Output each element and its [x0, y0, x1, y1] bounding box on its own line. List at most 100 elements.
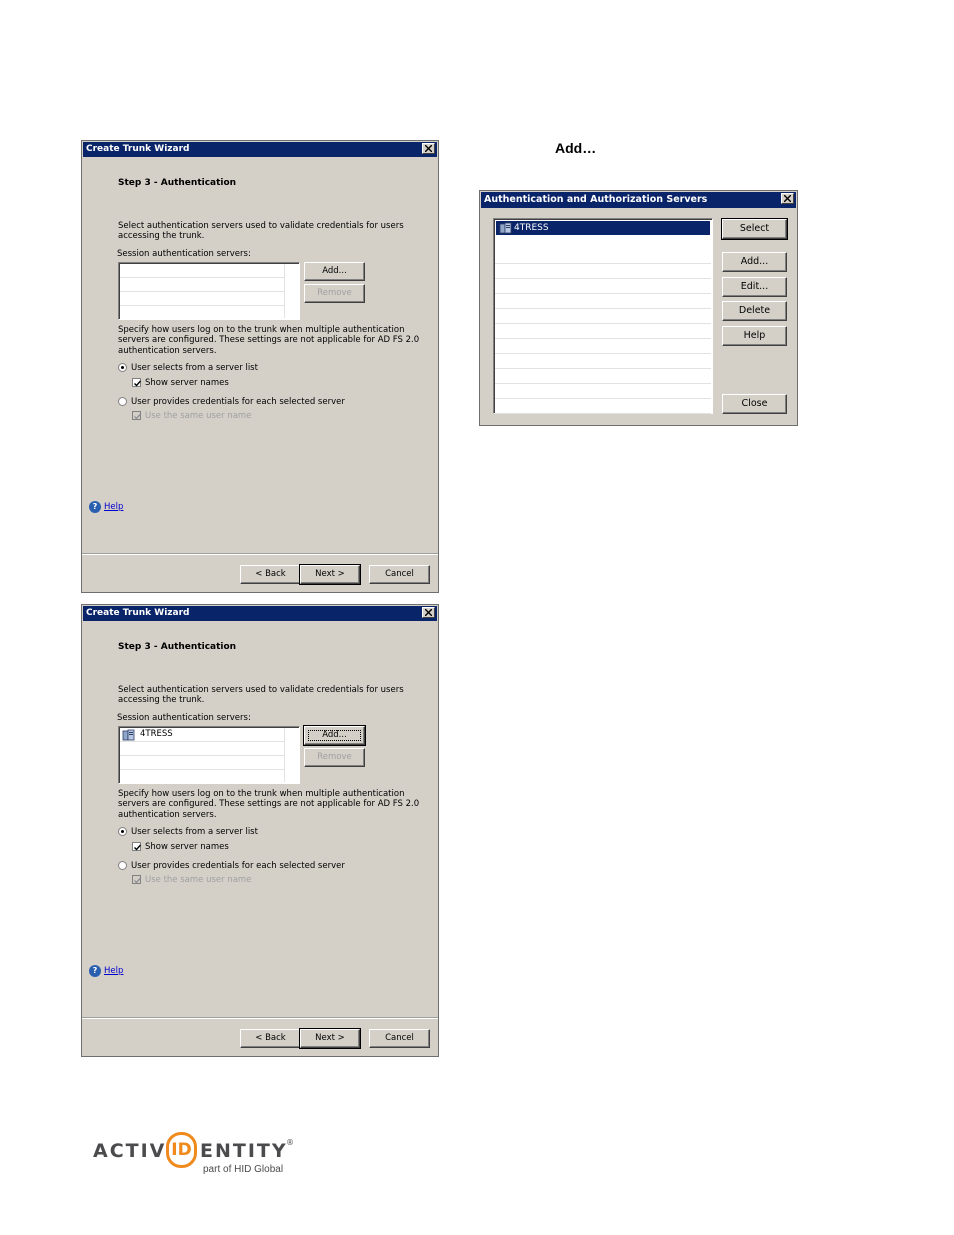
close-button[interactable]	[781, 193, 794, 204]
logo-registered-mark: ®	[286, 1138, 294, 1147]
remove-server-button[interactable]: Remove	[304, 284, 365, 303]
step-heading: Step 3 - Authentication	[118, 642, 237, 652]
radio-each-server-label[interactable]: User provides credentials for each selec…	[131, 861, 345, 872]
list-item[interactable]	[495, 280, 711, 294]
checkbox-same-user-name-label: Use the same user name	[145, 875, 252, 885]
footer-separator	[82, 1017, 438, 1019]
list-item[interactable]	[495, 295, 711, 309]
checkmark-icon	[134, 844, 142, 851]
checkbox-show-server-names[interactable]	[132, 842, 142, 851]
checkmark-icon	[134, 877, 142, 884]
wizard-titlebar: Create Trunk Wizard	[83, 142, 437, 157]
step-heading: Step 3 - Authentication	[118, 178, 237, 188]
intro-text-line1: Select authentication servers used to va…	[118, 685, 404, 695]
add-server-button[interactable]: Add...	[303, 725, 366, 746]
logo-text-activ: ACTIV	[93, 1140, 167, 1162]
add-server-button[interactable]: Add...	[304, 262, 365, 281]
list-item[interactable]	[495, 325, 711, 339]
list-item[interactable]	[495, 265, 711, 279]
list-scroll-column	[284, 264, 299, 318]
wizard-window-2: Create Trunk Wizard Step 3 - Authenticat…	[81, 604, 439, 1057]
radio-server-list[interactable]	[118, 363, 127, 372]
intro-text-line2: accessing the trunk.	[118, 231, 205, 241]
logo-tagline: part of HID Global	[203, 1164, 284, 1175]
instruction-add: Add…	[555, 140, 597, 156]
list-item[interactable]	[495, 400, 711, 414]
checkbox-same-user-name[interactable]	[132, 411, 142, 420]
list-item[interactable]	[495, 250, 711, 264]
checkbox-same-user-name-label: Use the same user name	[145, 411, 252, 421]
close-dialog-button[interactable]: Close	[722, 394, 787, 414]
session-servers-list[interactable]: 4TRESS	[118, 726, 300, 784]
list-item[interactable]: 4TRESS	[120, 728, 284, 742]
add-button[interactable]: Add...	[722, 252, 787, 272]
list-item[interactable]	[495, 340, 711, 354]
next-button[interactable]: Next >	[299, 1028, 361, 1049]
session-servers-list[interactable]	[118, 262, 300, 320]
checkbox-show-server-names-label[interactable]: Show server names	[145, 378, 229, 389]
radio-server-list-label[interactable]: User selects from a server list	[131, 363, 258, 374]
logo-text-entity: ENTITY	[200, 1140, 288, 1162]
checkbox-same-user-name[interactable]	[132, 875, 142, 884]
specify-text-line2: servers are configured. These settings a…	[118, 335, 420, 345]
logo-id-mark: ID	[166, 1132, 197, 1168]
help-link[interactable]: Help	[104, 502, 123, 513]
list-item[interactable]	[495, 370, 711, 384]
list-item[interactable]	[495, 310, 711, 324]
auth-servers-dialog: Authentication and Authorization Servers…	[479, 190, 798, 426]
intro-text-line2: accessing the trunk.	[118, 695, 205, 705]
checkmark-icon	[134, 413, 142, 420]
close-icon	[425, 145, 432, 152]
back-button[interactable]: < Back	[240, 565, 301, 584]
close-button[interactable]	[422, 143, 435, 154]
server-icon	[499, 222, 512, 234]
wizard-title: Create Trunk Wizard	[86, 144, 190, 154]
radio-each-server[interactable]	[118, 861, 127, 870]
help-link[interactable]: Help	[104, 966, 123, 977]
remove-server-button[interactable]: Remove	[304, 748, 365, 767]
list-item[interactable]	[495, 385, 711, 399]
wizard-window-1: Create Trunk Wizard Step 3 - Authenticat…	[81, 140, 439, 593]
specify-text-line3: authentication servers.	[118, 810, 217, 820]
session-servers-label: Session authentication servers:	[117, 713, 251, 723]
close-button[interactable]	[422, 607, 435, 618]
session-servers-label: Session authentication servers:	[117, 249, 251, 259]
intro-text-line1: Select authentication servers used to va…	[118, 221, 404, 231]
checkbox-show-server-names[interactable]	[132, 378, 142, 387]
specify-text-line3: authentication servers.	[118, 346, 217, 356]
specify-text-line2: servers are configured. These settings a…	[118, 799, 420, 809]
radio-each-server-label[interactable]: User provides credentials for each selec…	[131, 397, 345, 408]
list-item[interactable]	[120, 278, 284, 292]
back-button[interactable]: < Back	[240, 1029, 301, 1048]
help-button[interactable]: Help	[722, 326, 787, 346]
list-item[interactable]	[120, 264, 284, 278]
actividentity-logo: ACTIV ID ENTITY ® part of HID Global	[93, 1132, 303, 1178]
wizard-title: Create Trunk Wizard	[86, 608, 190, 618]
radio-server-list[interactable]	[118, 827, 127, 836]
close-icon	[425, 609, 432, 616]
delete-button[interactable]: Delete	[722, 301, 787, 321]
logo-text-id: ID	[171, 1140, 192, 1160]
list-item-selected[interactable]: 4TRESS	[496, 221, 710, 235]
edit-button[interactable]: Edit...	[722, 277, 787, 297]
help-icon: ?	[89, 965, 101, 977]
list-item[interactable]	[120, 292, 284, 306]
wizard-titlebar: Create Trunk Wizard	[83, 606, 437, 621]
list-item[interactable]	[120, 756, 284, 770]
server-item-label: 4TRESS	[140, 729, 173, 739]
checkmark-icon	[134, 380, 142, 387]
list-item[interactable]	[495, 355, 711, 369]
radio-each-server[interactable]	[118, 397, 127, 406]
specify-text-line1: Specify how users log on to the trunk wh…	[118, 325, 405, 335]
auth-servers-list[interactable]: 4TRESS	[493, 218, 713, 414]
cancel-button[interactable]: Cancel	[369, 565, 430, 584]
next-button[interactable]: Next >	[299, 564, 361, 585]
list-item[interactable]	[120, 742, 284, 756]
cancel-button[interactable]: Cancel	[369, 1029, 430, 1048]
select-button[interactable]: Select	[721, 218, 788, 240]
close-icon	[784, 195, 791, 202]
radio-server-list-label[interactable]: User selects from a server list	[131, 827, 258, 838]
auth-dialog-titlebar: Authentication and Authorization Servers	[481, 192, 796, 208]
checkbox-show-server-names-label[interactable]: Show server names	[145, 842, 229, 853]
server-icon	[122, 729, 135, 741]
